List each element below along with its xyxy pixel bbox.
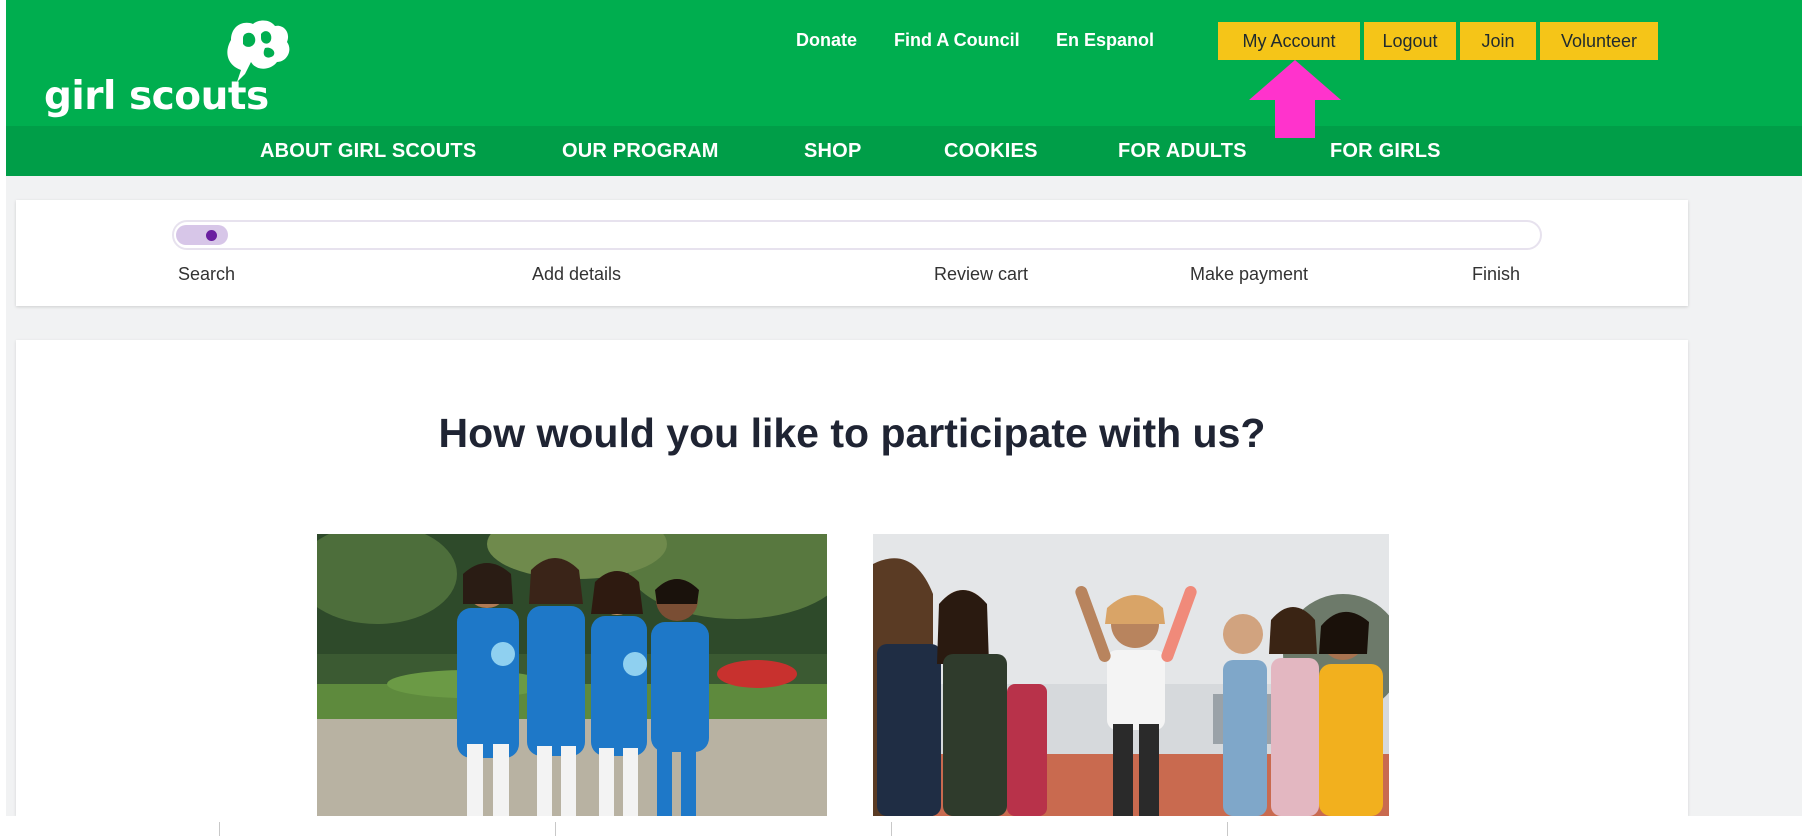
main-navigation: ABOUT GIRL SCOUTS OUR PROGRAM SHOP COOKI… [6, 126, 1802, 176]
individual-option-image[interactable] [873, 534, 1389, 816]
progress-fill [176, 225, 228, 245]
participation-card: How would you like to participate with u… [16, 340, 1688, 816]
progress-track [172, 220, 1542, 250]
my-account-button[interactable]: My Account [1218, 22, 1360, 60]
trefoil-logo-icon [227, 20, 290, 82]
find-a-council-link[interactable]: Find A Council [894, 30, 1020, 51]
divider [555, 822, 556, 836]
en-espanol-link[interactable]: En Espanol [1056, 30, 1154, 51]
step-review-cart: Review cart [934, 264, 1029, 284]
divider [219, 822, 220, 836]
join-button[interactable]: Join [1460, 22, 1536, 60]
arrow-up-icon [1249, 60, 1341, 138]
nav-for-adults[interactable]: FOR ADULTS [1118, 140, 1247, 163]
nav-cookies[interactable]: COOKIES [944, 140, 1038, 163]
nav-shop[interactable]: SHOP [804, 140, 861, 163]
site-header: girl scouts Donate Find A Council En Esp… [6, 0, 1802, 176]
progress-stepper: Search Add details Review cart Make paym… [16, 200, 1688, 306]
nav-for-girls[interactable]: FOR GIRLS [1330, 140, 1441, 163]
nav-our-program[interactable]: OUR PROGRAM [562, 140, 719, 163]
volunteer-button[interactable]: Volunteer [1540, 22, 1658, 60]
nav-about-girl-scouts[interactable]: ABOUT GIRL SCOUTS [260, 140, 476, 163]
divider [1227, 822, 1228, 836]
divider [891, 822, 892, 836]
bottom-strip [0, 816, 1806, 836]
step-finish: Finish [1472, 264, 1521, 284]
current-step-indicator [206, 230, 217, 241]
page-heading: How would you like to participate with u… [438, 410, 1266, 456]
step-search: Search [178, 264, 236, 284]
girl-scouts-logo[interactable]: girl scouts [38, 18, 308, 119]
troop-option-image[interactable] [317, 534, 827, 816]
logout-button[interactable]: Logout [1364, 22, 1456, 60]
troop-photo [317, 534, 827, 816]
cheering-photo [873, 534, 1389, 816]
step-add-details: Add details [532, 264, 622, 284]
step-make-payment: Make payment [1190, 264, 1309, 284]
donate-link[interactable]: Donate [796, 30, 857, 51]
